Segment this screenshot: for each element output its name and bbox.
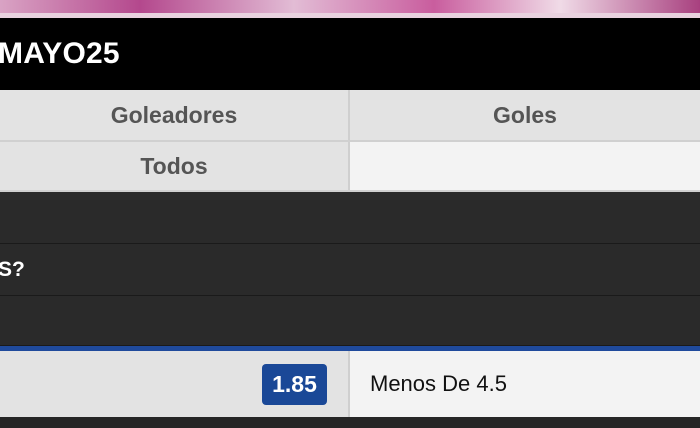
bottom-strip: [0, 417, 700, 428]
tab-goles[interactable]: Goles: [350, 90, 700, 142]
tab-goleadores[interactable]: Goleadores: [0, 90, 350, 142]
promo-banner-image: [0, 0, 700, 18]
question-text: S?: [0, 257, 25, 281]
odds-cell[interactable]: 1.85: [0, 351, 350, 417]
selection-label: Menos De 4.5: [370, 371, 507, 396]
question-row[interactable]: S?: [0, 244, 700, 296]
bet-option-row: 1.85 Menos De 4.5: [0, 351, 700, 417]
filter-tabs-row: Todos: [0, 142, 700, 192]
section-row: [0, 192, 700, 244]
page-title: MAYO25: [0, 37, 120, 70]
market-tabs-row: Goleadores Goles: [0, 90, 700, 142]
market-header: MAYO25: [0, 18, 700, 90]
section-row: [0, 296, 700, 346]
odds-button[interactable]: 1.85: [262, 364, 327, 405]
selection-cell[interactable]: Menos De 4.5: [350, 351, 700, 417]
tab-todos[interactable]: Todos: [0, 142, 350, 192]
tab-empty: [350, 142, 700, 192]
